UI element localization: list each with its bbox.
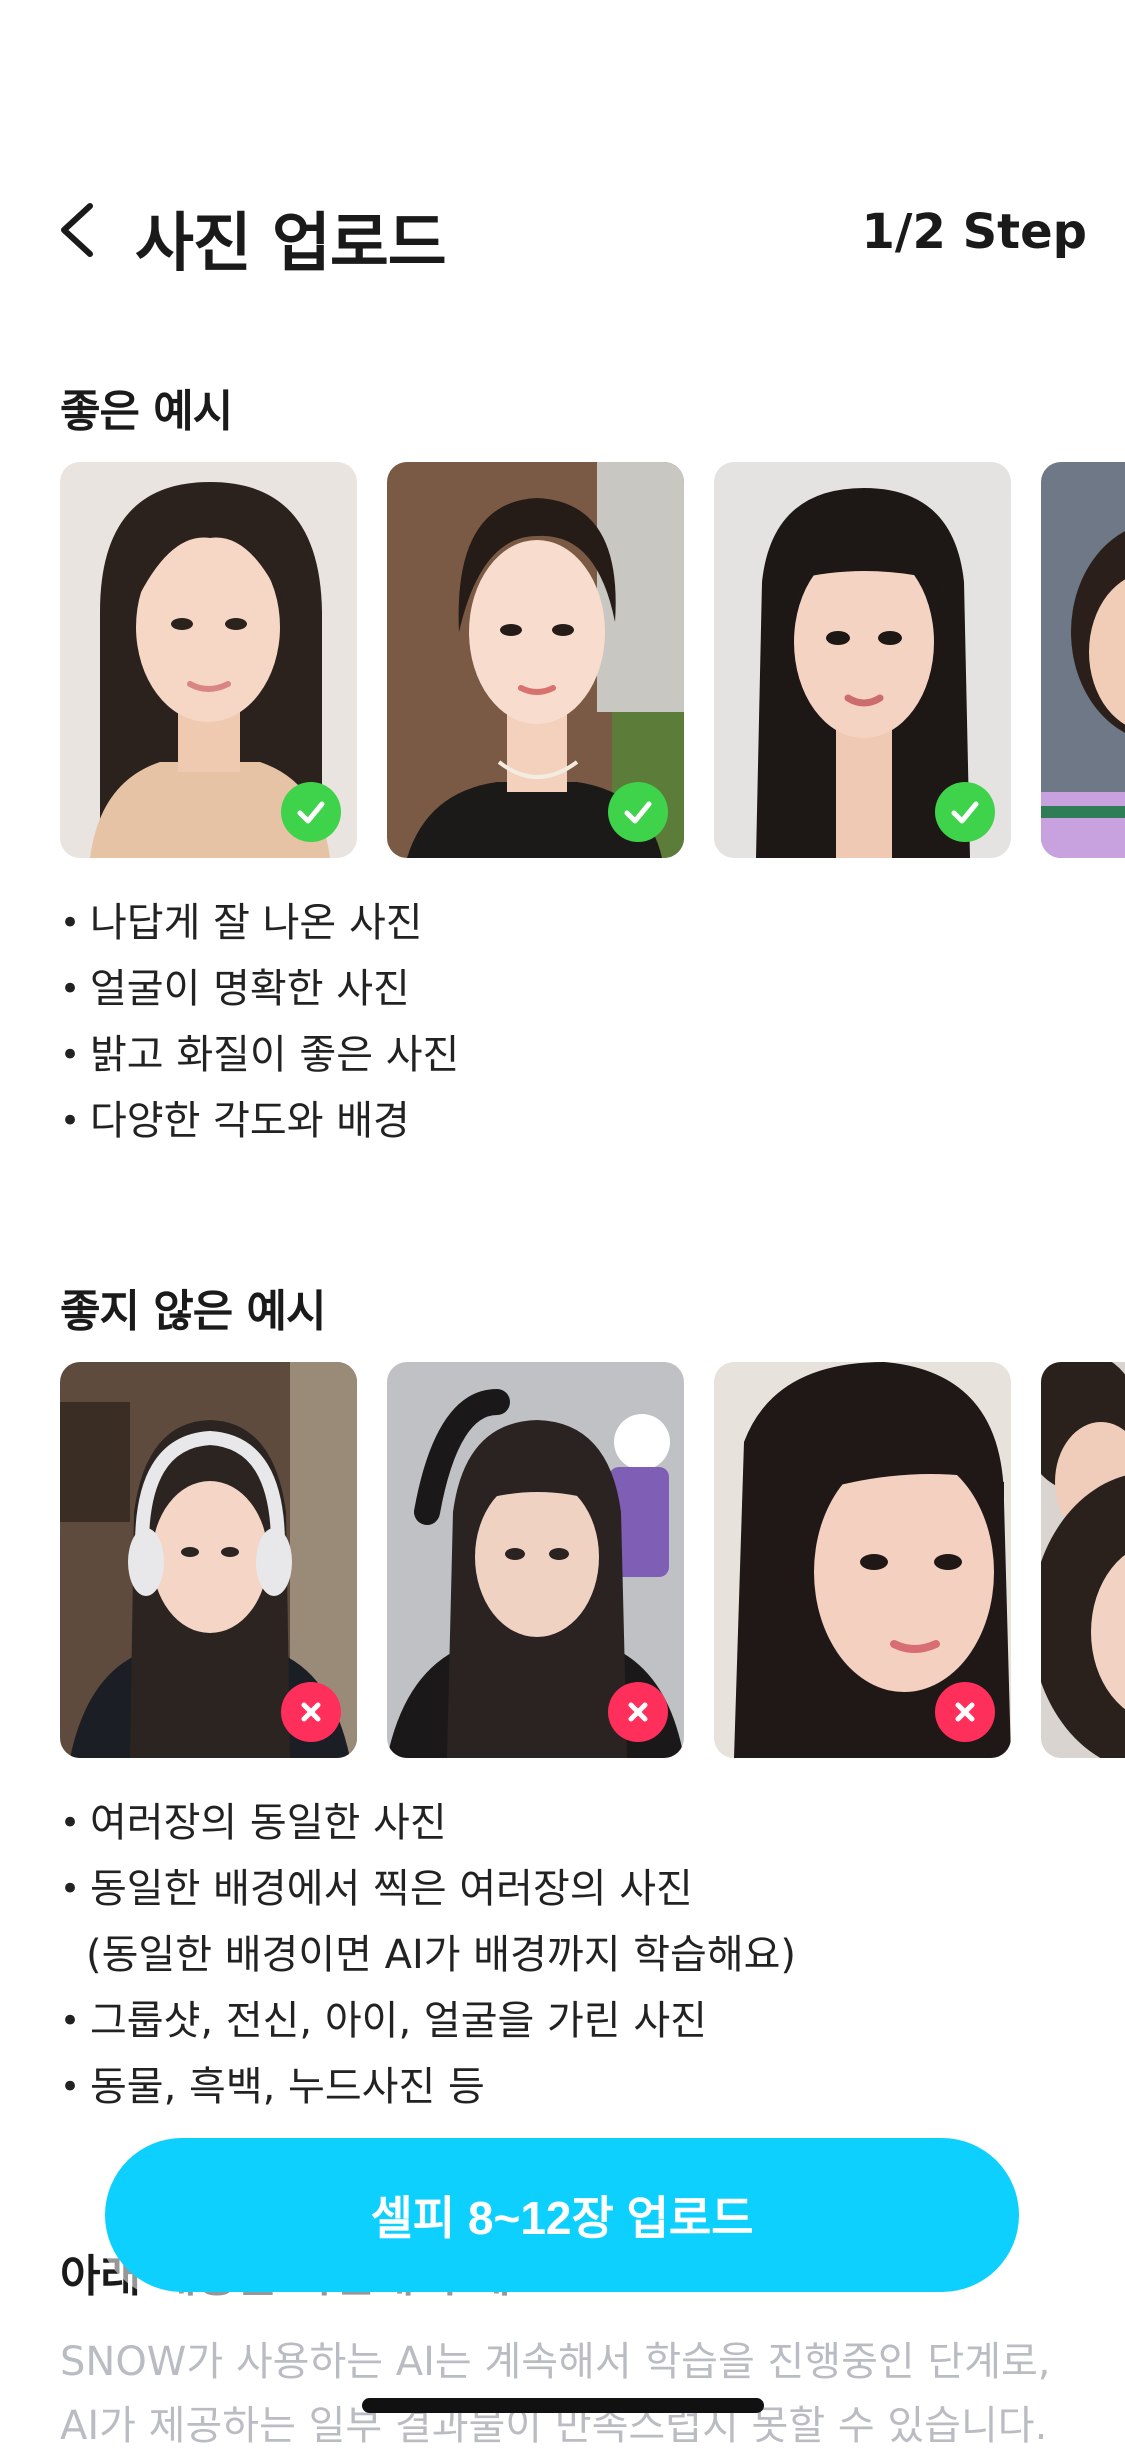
good-example-photo bbox=[1041, 462, 1125, 858]
list-item: 다양한 각도와 배경 bbox=[60, 1088, 459, 1154]
back-button[interactable] bbox=[52, 200, 112, 260]
good-examples-title: 좋은 예시 bbox=[60, 386, 233, 437]
list-item: 밝고 화질이 좋은 사진 bbox=[60, 1022, 459, 1088]
good-example-photo bbox=[60, 462, 357, 858]
chevron-left-icon bbox=[61, 203, 93, 257]
check-icon bbox=[951, 801, 979, 824]
check-icon bbox=[624, 801, 652, 824]
bad-examples-title: 좋지 않은 예시 bbox=[60, 1286, 327, 1337]
bad-example-photo bbox=[714, 1362, 1011, 1758]
header: 사진 업로드 1/2 Step bbox=[0, 170, 1125, 290]
check-icon bbox=[297, 801, 325, 824]
check-badge bbox=[608, 782, 668, 842]
home-indicator bbox=[362, 2398, 764, 2413]
list-item: 나답게 잘 나온 사진 bbox=[60, 890, 459, 956]
x-icon bbox=[301, 1702, 321, 1722]
x-badge bbox=[935, 1682, 995, 1742]
bad-example-photo bbox=[1041, 1362, 1125, 1758]
x-icon bbox=[628, 1702, 648, 1722]
notice-text: SNOW가 사용하는 AI는 계속해서 학습을 진행중인 단계로, AI가 제공… bbox=[60, 2339, 1051, 2449]
step-indicator: 1/2 Step bbox=[861, 204, 1087, 260]
upload-selfies-button[interactable]: 셀피 8~12장 업로드 bbox=[105, 2138, 1019, 2292]
good-example-photo bbox=[714, 462, 1011, 858]
list-item: 여러장의 동일한 사진 bbox=[60, 1790, 796, 1856]
good-example-photo bbox=[387, 462, 684, 858]
list-item: 동일한 배경에서 찍은 여러장의 사진 bbox=[60, 1856, 796, 1922]
list-item: 얼굴이 명확한 사진 bbox=[60, 956, 459, 1022]
x-badge bbox=[281, 1682, 341, 1742]
bad-example-photo bbox=[60, 1362, 357, 1758]
bad-examples-list: 여러장의 동일한 사진 동일한 배경에서 찍은 여러장의 사진 (동일한 배경이… bbox=[60, 1790, 796, 2120]
check-badge bbox=[281, 782, 341, 842]
list-item: 동물, 흑백, 누드사진 등 bbox=[60, 2054, 796, 2120]
page-title: 사진 업로드 bbox=[135, 207, 447, 281]
bad-example-photo bbox=[387, 1362, 684, 1758]
list-item: 그룹샷, 전신, 아이, 얼굴을 가린 사진 bbox=[60, 1988, 796, 2054]
portrait-image bbox=[1041, 462, 1125, 858]
portrait-image bbox=[1041, 1362, 1125, 1758]
x-badge bbox=[608, 1682, 668, 1742]
check-badge bbox=[935, 782, 995, 842]
good-examples-list: 나답게 잘 나온 사진 얼굴이 명확한 사진 밝고 화질이 좋은 사진 다양한 … bbox=[60, 890, 459, 1154]
x-icon bbox=[955, 1702, 975, 1722]
bad-examples-row[interactable] bbox=[60, 1362, 1125, 1758]
good-examples-row[interactable] bbox=[60, 462, 1125, 858]
list-item-note: (동일한 배경이면 AI가 배경까지 학습해요) bbox=[86, 1932, 797, 1978]
